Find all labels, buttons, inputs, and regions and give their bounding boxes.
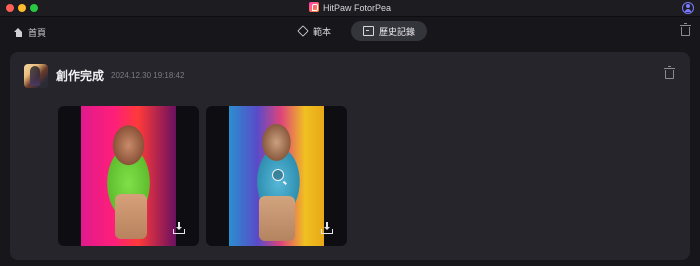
history-icon <box>363 26 375 36</box>
tab-templates[interactable]: 範本 <box>286 21 343 41</box>
app-logo-icon <box>308 2 319 12</box>
toolbar: 首頁 範本 歷史記錄 <box>0 17 700 47</box>
template-thumbnail <box>24 64 48 88</box>
delete-card-trash-icon[interactable] <box>664 66 675 79</box>
generated-image-1 <box>81 106 176 246</box>
result-image-1[interactable] <box>58 106 199 246</box>
user-account-icon[interactable] <box>682 2 694 14</box>
tab-templates-label: 範本 <box>313 26 332 37</box>
download-icon[interactable] <box>173 222 185 234</box>
result-image-2[interactable] <box>206 106 347 246</box>
tab-bar: 範本 歷史記錄 <box>286 21 428 41</box>
zoom-icon[interactable] <box>272 169 284 181</box>
download-icon[interactable] <box>321 222 333 234</box>
app-title: HitPaw FotorPea <box>0 2 700 14</box>
clear-history-trash-icon[interactable] <box>680 23 691 36</box>
home-icon <box>14 28 23 37</box>
title-bar: HitPaw FotorPea <box>0 0 700 17</box>
tab-history[interactable]: 歷史記錄 <box>351 21 428 41</box>
home-label: 首頁 <box>28 28 47 38</box>
home-button[interactable]: 首頁 <box>14 26 46 39</box>
tab-history-label: 歷史記錄 <box>379 26 416 37</box>
card-timestamp: 2024.12.30 19:18:42 <box>111 71 185 80</box>
card-title: 創作完成 <box>56 69 105 83</box>
cube-icon <box>297 25 309 37</box>
history-card: 創作完成 2024.12.30 19:18:42 <box>10 52 690 260</box>
app-title-text: HitPaw FotorPea <box>322 3 392 13</box>
